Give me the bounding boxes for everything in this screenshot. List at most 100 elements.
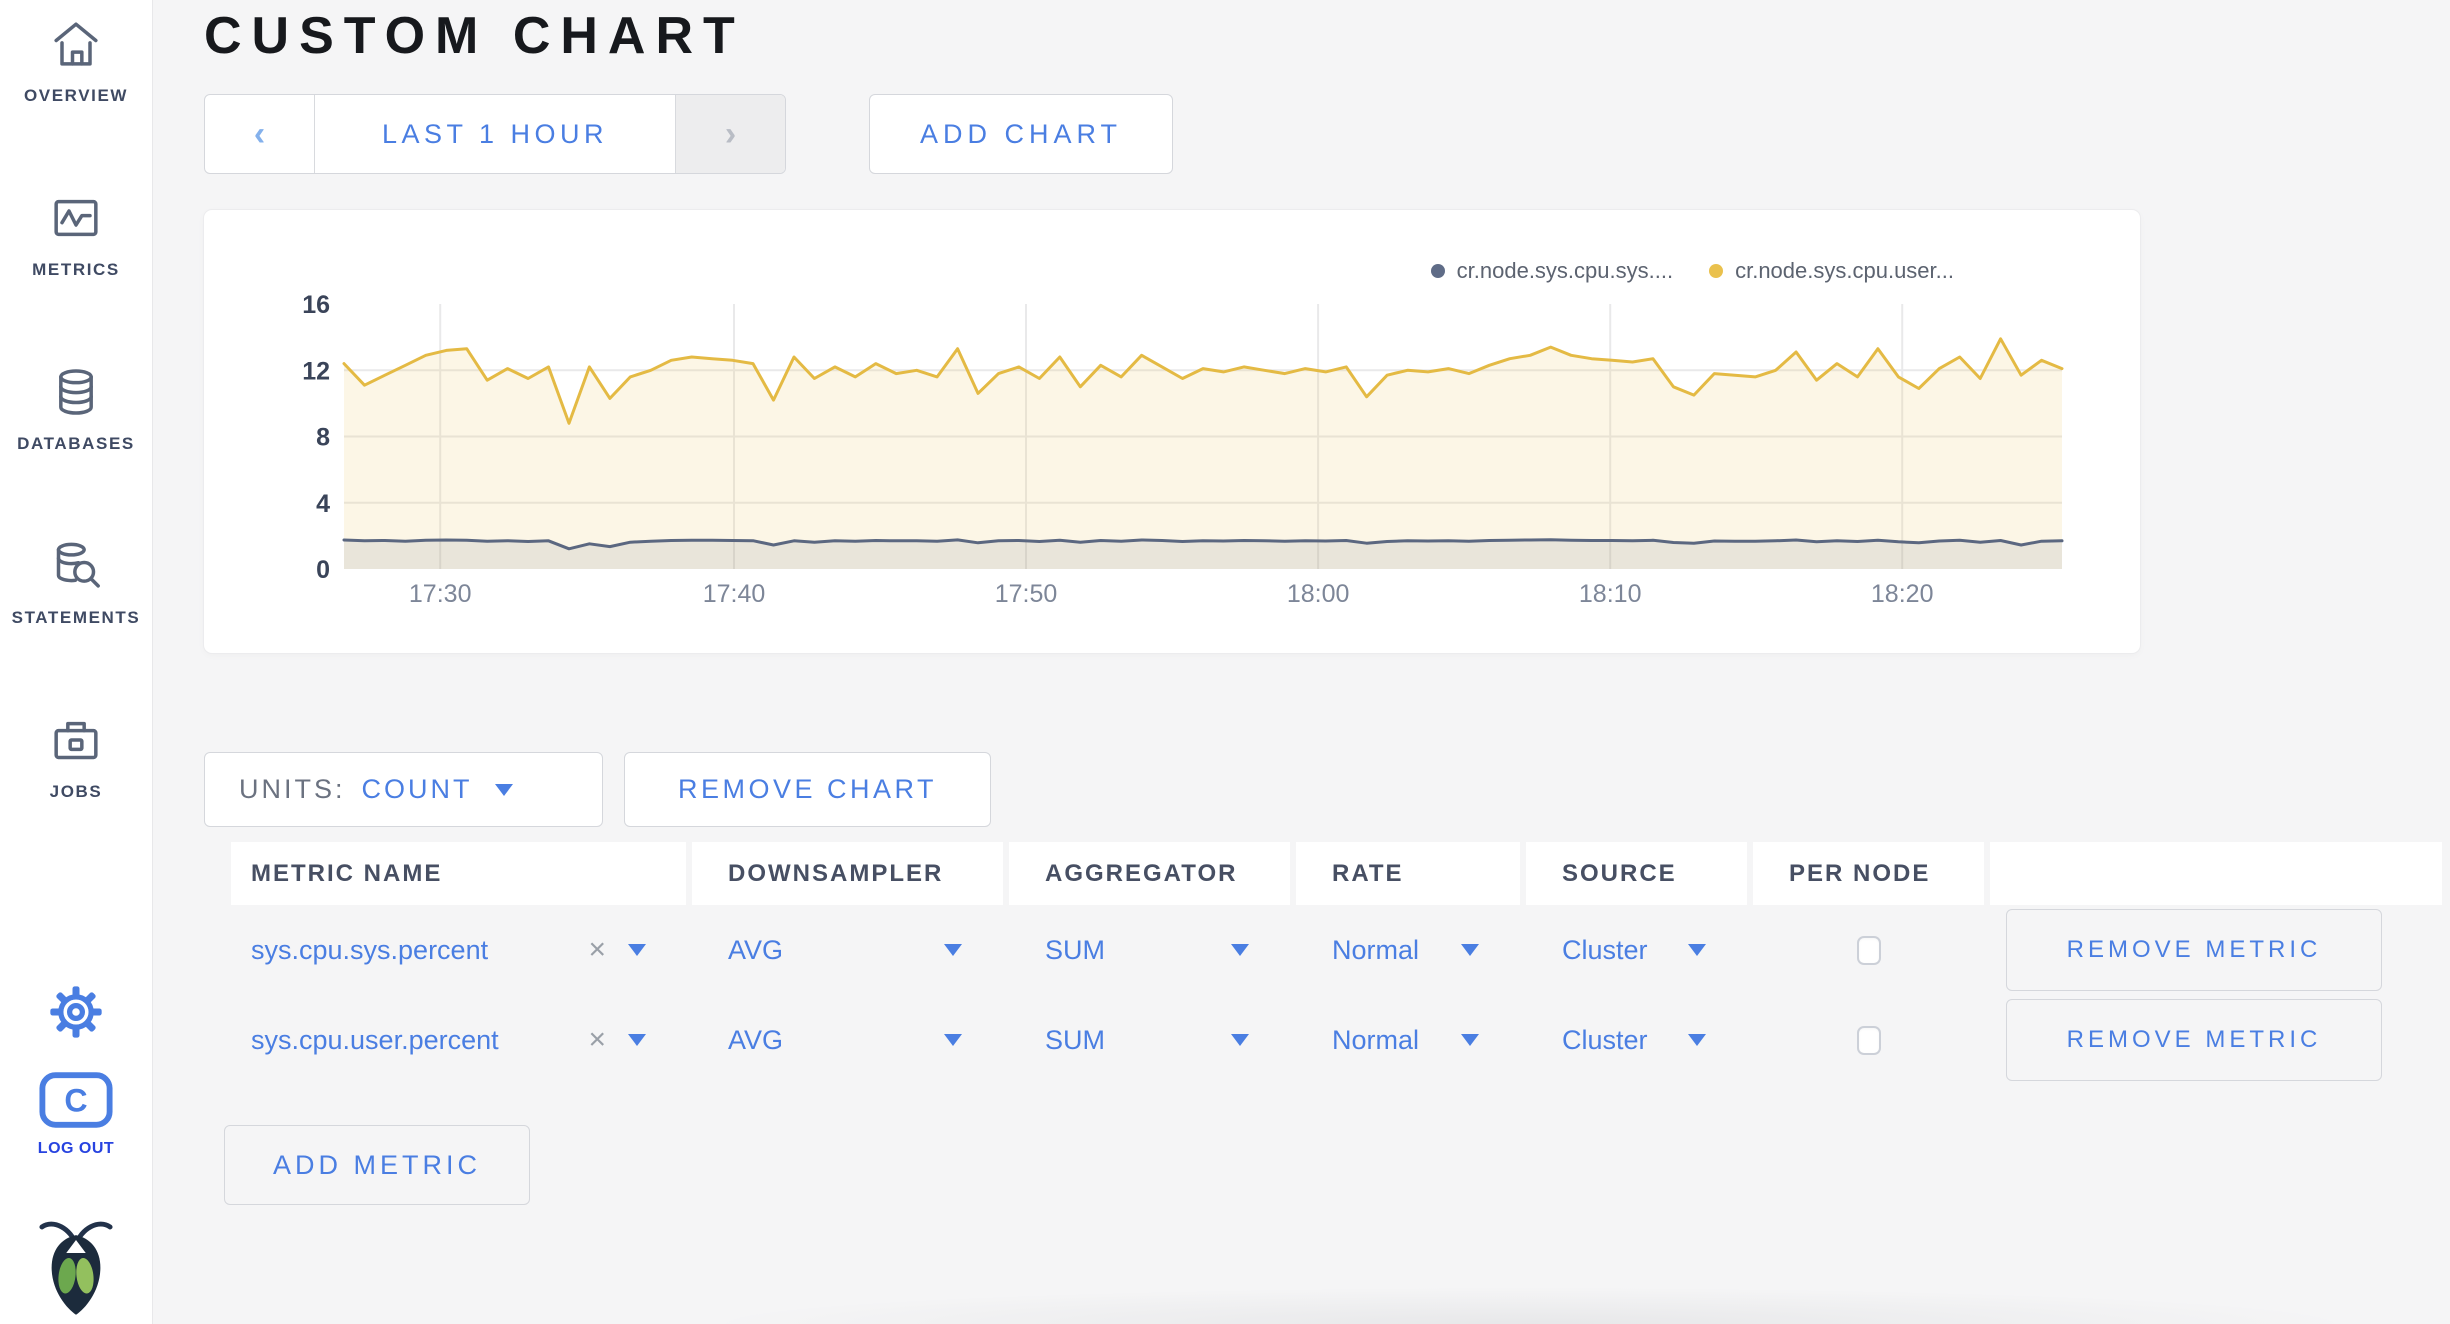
column-header-aggregator: AGGREGATOR: [1009, 842, 1290, 905]
remove-metric-button[interactable]: REMOVE METRIC: [2006, 909, 2382, 991]
column-header-metric-name: METRIC NAME: [231, 842, 686, 905]
clear-metric-icon[interactable]: [588, 1023, 606, 1057]
jobs-icon: [48, 712, 104, 768]
sidebar-item-label: STATEMENTS: [11, 608, 141, 627]
metrics-icon: [48, 190, 104, 246]
actions-cell: REMOVE METRIC: [1990, 995, 2442, 1085]
source-value: Cluster: [1562, 1024, 1648, 1055]
column-header-rate: RATE: [1296, 842, 1520, 905]
remove-chart-button[interactable]: REMOVE CHART: [624, 752, 991, 827]
clear-metric-icon[interactable]: [588, 933, 606, 967]
legend-label: cr.node.sys.cpu.sys....: [1456, 258, 1674, 283]
per-node-checkbox[interactable]: [1856, 935, 1881, 965]
column-header-source: SOURCE: [1526, 842, 1747, 905]
sidebar-item-label: METRICS: [32, 260, 120, 279]
per-node-checkbox[interactable]: [1856, 1025, 1881, 1055]
sidebar-item-statements[interactable]: STATEMENTS: [12, 538, 141, 628]
downsampler-value: AVG: [728, 1024, 784, 1055]
aggregator-value: SUM: [1045, 1024, 1105, 1055]
cockroach-logo-icon: [37, 1214, 115, 1324]
time-range-dropdown[interactable]: LAST 1 HOUR: [315, 95, 675, 173]
units-dropdown[interactable]: UNITS: COUNT: [204, 752, 603, 827]
sidebar-item-label: JOBS: [49, 782, 103, 801]
time-range-prev-button[interactable]: ‹: [205, 95, 315, 173]
time-range-label: LAST 1 HOUR: [381, 118, 609, 149]
column-header-per-node: PER NODE: [1753, 842, 1984, 905]
remove-metric-button[interactable]: REMOVE METRIC: [2006, 999, 2382, 1081]
custom-chart-page: OVERVIEW METRICS DATABASES STATEMENTS JO…: [0, 0, 2450, 1324]
chart-controls-row: UNITS: COUNT REMOVE CHART: [204, 752, 2450, 827]
main-content: CUSTOM CHART ‹ LAST 1 HOUR › ADD CHART c…: [153, 0, 2450, 1324]
svg-text:0: 0: [316, 556, 330, 584]
downsampler-dropdown[interactable]: AVG: [692, 995, 1003, 1085]
source-dropdown[interactable]: Cluster: [1526, 995, 1747, 1085]
legend-item[interactable]: cr.node.sys.cpu.user...: [1709, 258, 1954, 284]
svg-text:8: 8: [316, 424, 330, 452]
dropdown-arrow-icon: [1231, 944, 1249, 956]
dropdown-arrow-icon: [1688, 944, 1706, 956]
svg-text:16: 16: [302, 291, 330, 319]
rate-dropdown[interactable]: Normal: [1296, 995, 1520, 1085]
page-title: CUSTOM CHART: [204, 7, 745, 65]
time-range-next-button[interactable]: ›: [675, 95, 785, 173]
logout-label: LOG OUT: [37, 1140, 115, 1157]
add-chart-button[interactable]: ADD CHART: [869, 94, 1173, 174]
legend-item[interactable]: cr.node.sys.cpu.sys....: [1430, 258, 1674, 284]
home-icon: [48, 16, 104, 72]
svg-text:4: 4: [316, 490, 330, 518]
chart-legend: cr.node.sys.cpu.sys.... cr.node.sys.cpu.…: [1430, 258, 1954, 284]
metrics-table: METRIC NAME DOWNSAMPLER AGGREGATOR RATE …: [231, 842, 2442, 1085]
source-dropdown[interactable]: Cluster: [1526, 905, 1747, 995]
toolbar: ‹ LAST 1 HOUR › ADD CHART: [204, 94, 2450, 174]
dropdown-arrow-icon: [944, 1034, 962, 1046]
sidebar-item-jobs[interactable]: JOBS: [48, 712, 104, 802]
settings-button[interactable]: [48, 984, 104, 1040]
downsampler-dropdown[interactable]: AVG: [692, 905, 1003, 995]
svg-text:12: 12: [302, 357, 330, 385]
add-metric-button[interactable]: ADD METRIC: [224, 1125, 530, 1205]
dropdown-arrow-icon: [1461, 944, 1479, 956]
svg-text:18:00: 18:00: [1287, 580, 1350, 608]
dropdown-arrow-icon: [628, 1034, 646, 1046]
downsampler-value: AVG: [728, 934, 784, 965]
metric-name-dropdown[interactable]: sys.cpu.user.percent: [231, 995, 686, 1085]
chevron-right-icon: ›: [724, 114, 737, 153]
column-header-actions: [1990, 842, 2442, 905]
table-row: sys.cpu.sys.percent AVG SUM Normal: [231, 905, 2439, 995]
sidebar-item-databases[interactable]: DATABASES: [17, 364, 135, 454]
aggregator-dropdown[interactable]: SUM: [1009, 905, 1290, 995]
svg-text:18:20: 18:20: [1871, 580, 1934, 608]
per-node-cell: [1753, 995, 1984, 1085]
chevron-left-icon: ‹: [253, 114, 266, 153]
gear-icon: [50, 986, 102, 1038]
rate-dropdown[interactable]: Normal: [1296, 905, 1520, 995]
sidebar-item-metrics[interactable]: METRICS: [32, 190, 120, 280]
dropdown-arrow-icon: [1231, 1034, 1249, 1046]
legend-dot-icon: [1709, 264, 1724, 278]
logout-button[interactable]: C LOG OUT: [38, 1070, 114, 1158]
legend-label: cr.node.sys.cpu.user...: [1735, 258, 1954, 283]
table-row: sys.cpu.user.percent AVG SUM Normal: [231, 995, 2439, 1085]
dropdown-arrow-icon: [494, 783, 513, 796]
metric-name-dropdown[interactable]: sys.cpu.sys.percent: [231, 905, 686, 995]
metrics-table-header: METRIC NAME DOWNSAMPLER AGGREGATOR RATE …: [231, 842, 2442, 905]
sidebar-item-label: OVERVIEW: [23, 86, 129, 105]
databases-icon: [48, 364, 104, 420]
dropdown-arrow-icon: [628, 944, 646, 956]
sidebar-item-overview[interactable]: OVERVIEW: [24, 16, 128, 106]
chart-card: cr.node.sys.cpu.sys.... cr.node.sys.cpu.…: [204, 210, 2140, 653]
statements-icon: [48, 538, 104, 594]
dropdown-arrow-icon: [1461, 1034, 1479, 1046]
per-node-cell: [1753, 905, 1984, 995]
svg-text:17:30: 17:30: [409, 580, 472, 608]
metric-name-value: sys.cpu.sys.percent: [251, 934, 489, 965]
dropdown-arrow-icon: [944, 944, 962, 956]
column-header-downsampler: DOWNSAMPLER: [692, 842, 1003, 905]
time-range-selector: ‹ LAST 1 HOUR ›: [204, 94, 786, 174]
svg-text:18:10: 18:10: [1579, 580, 1642, 608]
aggregator-dropdown[interactable]: SUM: [1009, 995, 1290, 1085]
rate-value: Normal: [1332, 934, 1420, 965]
svg-text:17:50: 17:50: [995, 580, 1058, 608]
source-value: Cluster: [1562, 934, 1648, 965]
units-label: UNITS:: [239, 774, 346, 804]
